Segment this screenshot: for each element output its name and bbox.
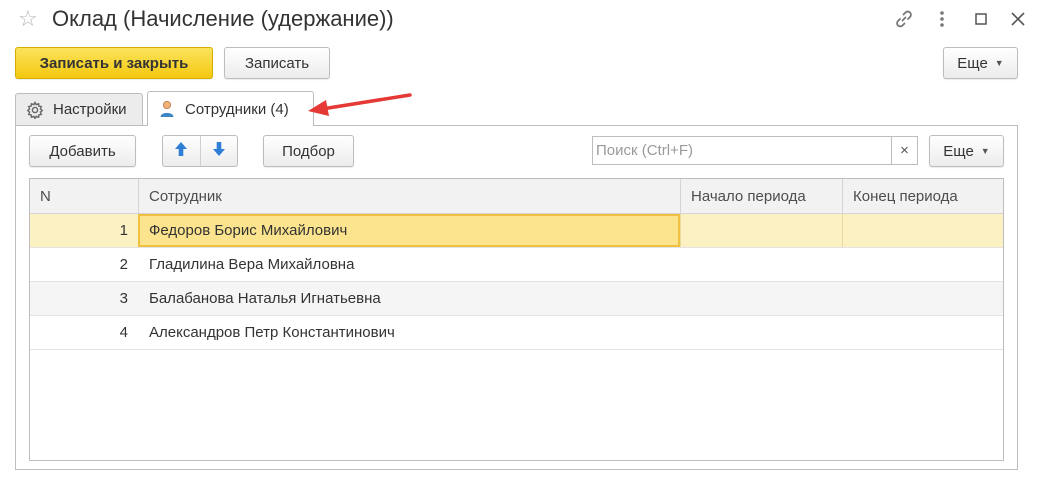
period-start-cell[interactable] <box>680 248 842 281</box>
tab-employees[interactable]: Сотрудники (4) <box>147 91 314 126</box>
period-end-cell[interactable] <box>842 248 1003 281</box>
table-more-button[interactable]: Еще ▼ <box>929 135 1004 167</box>
employee-icon <box>157 99 177 119</box>
period-start-cell[interactable] <box>680 316 842 349</box>
column-header-n[interactable]: N <box>30 179 138 214</box>
period-end-cell[interactable] <box>842 214 1003 247</box>
table-row[interactable]: 4 Александров Петр Константинович <box>30 316 1003 350</box>
move-buttons-group <box>162 135 238 167</box>
tab-employees-label: Сотрудники (4) <box>185 100 289 118</box>
employee-cell[interactable]: Балабанова Наталья Игнатьевна <box>138 282 680 315</box>
search-clear-button[interactable]: × <box>891 136 918 165</box>
employee-cell[interactable]: Александров Петр Константинович <box>138 316 680 349</box>
row-number: 3 <box>119 290 128 307</box>
move-down-button[interactable] <box>199 136 238 166</box>
link-icon[interactable] <box>893 8 915 30</box>
favorite-star-icon[interactable]: ☆ <box>18 6 38 32</box>
table-row[interactable]: 2 Гладилина Вера Михайловна <box>30 248 1003 282</box>
employees-table: N Сотрудник Начало периода Конец периода… <box>29 178 1004 461</box>
tab-settings[interactable]: Настройки <box>15 93 143 125</box>
caret-down-icon: ▼ <box>994 58 1004 68</box>
window-title: Оклад (Начисление (удержание)) <box>52 6 394 31</box>
more-button[interactable]: Еще ▼ <box>943 47 1018 79</box>
gear-icon <box>25 100 45 120</box>
employee-cell[interactable]: Гладилина Вера Михайловна <box>138 248 680 281</box>
arrow-up-icon <box>174 141 188 162</box>
caret-down-icon: ▼ <box>980 146 990 156</box>
employee-cell[interactable]: Федоров Борис Михайлович <box>138 214 680 247</box>
add-button[interactable]: Добавить <box>29 135 136 167</box>
column-header-start[interactable]: Начало периода <box>680 179 842 214</box>
period-start-cell[interactable] <box>680 214 842 247</box>
table-row[interactable]: 3 Балабанова Наталья Игнатьевна <box>30 282 1003 316</box>
period-end-cell[interactable] <box>842 282 1003 315</box>
row-number: 4 <box>119 324 128 341</box>
maximize-icon[interactable] <box>970 8 992 30</box>
save-and-close-button[interactable]: Записать и закрыть <box>15 47 213 79</box>
table-row[interactable]: 1 Федоров Борис Михайлович <box>30 214 1003 248</box>
table-header: N Сотрудник Начало периода Конец периода <box>30 179 1003 214</box>
row-number: 1 <box>119 222 128 239</box>
column-header-employee[interactable]: Сотрудник <box>138 179 680 214</box>
column-header-end[interactable]: Конец периода <box>842 179 1003 214</box>
title-bar: ☆ Оклад (Начисление (удержание)) <box>0 0 1038 40</box>
period-end-cell[interactable] <box>842 316 1003 349</box>
annotation-arrow <box>308 93 412 116</box>
more-actions-icon[interactable] <box>931 8 953 30</box>
close-icon[interactable] <box>1007 8 1029 30</box>
more-button-label: Еще <box>957 54 988 72</box>
row-number: 2 <box>119 256 128 273</box>
arrow-down-icon <box>212 141 226 162</box>
search-input[interactable]: Поиск (Ctrl+F) <box>592 136 892 165</box>
move-up-button[interactable] <box>163 136 200 166</box>
save-button[interactable]: Записать <box>224 47 330 79</box>
pick-button[interactable]: Подбор <box>263 135 354 167</box>
period-start-cell[interactable] <box>680 282 842 315</box>
tab-settings-label: Настройки <box>53 101 127 118</box>
table-more-label: Еще <box>943 142 974 160</box>
